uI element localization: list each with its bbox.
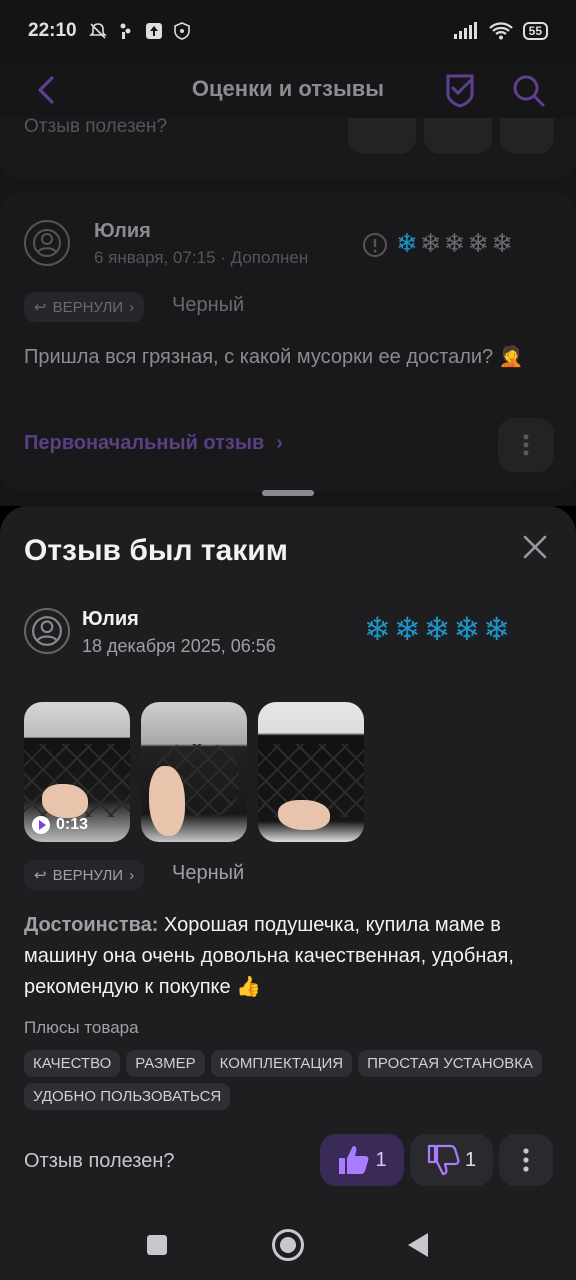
like-button[interactable]: 1 <box>320 1134 404 1186</box>
mute-bell-icon <box>88 23 107 39</box>
snowflake-star-icon: ❄ <box>467 228 490 258</box>
more-vertical-icon <box>523 1148 529 1172</box>
return-arrow-icon: ↩ <box>34 299 47 316</box>
tag-quality: КАЧЕСТВО <box>24 1050 121 1077</box>
play-icon <box>32 816 50 834</box>
tag-size: РАЗМЕР <box>126 1050 205 1077</box>
previous-dislike-button[interactable] <box>424 118 492 154</box>
signal-icon <box>453 22 477 39</box>
previous-like-button[interactable] <box>348 118 416 154</box>
returned-label: ВЕРНУЛИ <box>52 298 124 316</box>
snowflake-star-icon: ❄ <box>393 611 421 647</box>
user-icon <box>32 616 62 646</box>
review-photo-thumbnail[interactable] <box>258 702 364 842</box>
chevron-right-icon: › <box>276 432 283 454</box>
user-icon <box>33 229 61 257</box>
shield-icon <box>173 22 190 40</box>
snowflake-star-icon: ❄ <box>423 611 451 647</box>
more-vertical-icon <box>523 434 529 456</box>
like-count: 1 <box>375 1148 387 1171</box>
search-icon[interactable] <box>508 70 548 110</box>
review-card: Юлия 6 января, 07:15 · Дополнен ❄ ❄ ❄ ❄ … <box>0 192 576 492</box>
battery-icon: 55 <box>522 22 548 40</box>
snowflake-star-icon: ❄ <box>364 611 391 647</box>
snowflake-star-icon: ❄ <box>396 228 418 258</box>
info-icon[interactable] <box>362 232 388 258</box>
video-duration: 0:13 <box>56 816 89 833</box>
rating-stars: ❄ ❄ ❄ ❄ ❄ <box>396 228 513 259</box>
previous-review-card: Отзыв полезен? <box>0 118 576 180</box>
review-date: 6 января, 07:15 · Дополнен <box>94 248 309 267</box>
return-arrow-icon: ↩ <box>34 867 47 884</box>
more-options-button[interactable] <box>499 1134 553 1186</box>
status-icons-right: 55 <box>453 22 548 40</box>
tag-completeness: КОМПЛЕКТАЦИЯ <box>210 1050 353 1077</box>
avatar <box>24 608 70 654</box>
avatar <box>24 220 70 266</box>
variant-color: Черный <box>172 862 245 884</box>
video-duration-badge: 0:13 <box>32 816 88 834</box>
thumbs-up-icon <box>339 1146 369 1174</box>
original-review-label: Первоначальный отзыв <box>24 432 265 454</box>
sheet-title: Отзыв был таким <box>24 534 288 567</box>
product-pros-label: Плюсы товара <box>24 1018 139 1037</box>
snowflake-star-icon: ❄ <box>443 228 466 258</box>
thumbs-down-icon <box>427 1144 460 1176</box>
reviewer-name: Юлия <box>82 608 139 630</box>
system-nav-bar <box>0 1210 576 1280</box>
pros-label: Достоинства: <box>24 914 159 936</box>
recents-icon[interactable] <box>147 1235 167 1255</box>
variant-color: Черный <box>172 294 245 316</box>
app-bar: Оценки и отзывы <box>0 62 576 118</box>
snowflake-star-icon: ❄ <box>483 611 511 647</box>
snowflake-star-icon: ❄ <box>419 228 442 258</box>
previous-menu-button[interactable] <box>500 118 554 154</box>
wifi-icon <box>488 22 513 40</box>
status-icons-left <box>88 22 191 40</box>
chevron-right-icon: › <box>129 298 135 316</box>
review-text: Пришла вся грязная, с какой мусорки ее д… <box>24 346 524 368</box>
helpful-question: Отзыв полезен? <box>24 1150 175 1172</box>
status-time: 22:10 <box>28 20 77 41</box>
previous-helpful-label: Отзыв полезен? <box>24 118 168 137</box>
review-pros-text: Достоинства: Хорошая подушечка, купила м… <box>24 910 554 1003</box>
close-icon[interactable] <box>518 530 552 564</box>
status-bar: 22:10 55 <box>0 0 576 62</box>
page-title: Оценки и отзывы <box>191 76 385 101</box>
dislike-count: 1 <box>464 1148 477 1171</box>
dislike-button[interactable]: 1 <box>410 1134 493 1186</box>
original-review-link[interactable]: Первоначальный отзыв › <box>24 432 283 455</box>
original-review-sheet: Отзыв был таким Юлия 18 декабря 2025, 06… <box>0 506 576 1280</box>
chevron-right-icon: › <box>129 866 135 884</box>
tag-easy-install: ПРОСТАЯ УСТАНОВКА <box>358 1050 543 1077</box>
home-icon[interactable] <box>272 1229 304 1261</box>
tag-easy-use: УДОБНО ПОЛЬЗОВАТЬСЯ <box>24 1083 231 1110</box>
verified-shield-icon[interactable] <box>440 70 480 110</box>
review-date: 18 декабря 2025, 06:56 <box>82 636 276 656</box>
review-photo-thumbnail[interactable] <box>141 702 247 842</box>
returned-badge[interactable]: ↩ ВЕРНУЛИ › <box>24 292 145 322</box>
rating-stars: ❄ ❄ ❄ ❄ ❄ <box>364 610 510 648</box>
snowflake-star-icon: ❄ <box>491 228 513 258</box>
more-options-button[interactable] <box>498 418 554 472</box>
returned-label: ВЕРНУЛИ <box>52 866 124 884</box>
snowflake-star-icon: ❄ <box>453 611 481 647</box>
sheet-drag-handle[interactable] <box>262 490 314 496</box>
review-video-thumbnail[interactable]: 0:13 <box>24 702 130 842</box>
back-triangle-icon[interactable] <box>408 1233 428 1257</box>
reviews-page-dimmed: Оценки и отзывы Отзыв полезен? Юлия 6 ян… <box>0 62 576 506</box>
usb-icon <box>120 23 131 39</box>
returned-badge[interactable]: ↩ ВЕРНУЛИ › <box>24 860 145 890</box>
reviewer-name: Юлия <box>94 220 151 242</box>
product-pros-tags: КАЧЕСТВО РАЗМЕР КОМПЛЕКТАЦИЯ ПРОСТАЯ УСТ… <box>24 1050 554 1110</box>
upload-icon <box>145 23 162 39</box>
